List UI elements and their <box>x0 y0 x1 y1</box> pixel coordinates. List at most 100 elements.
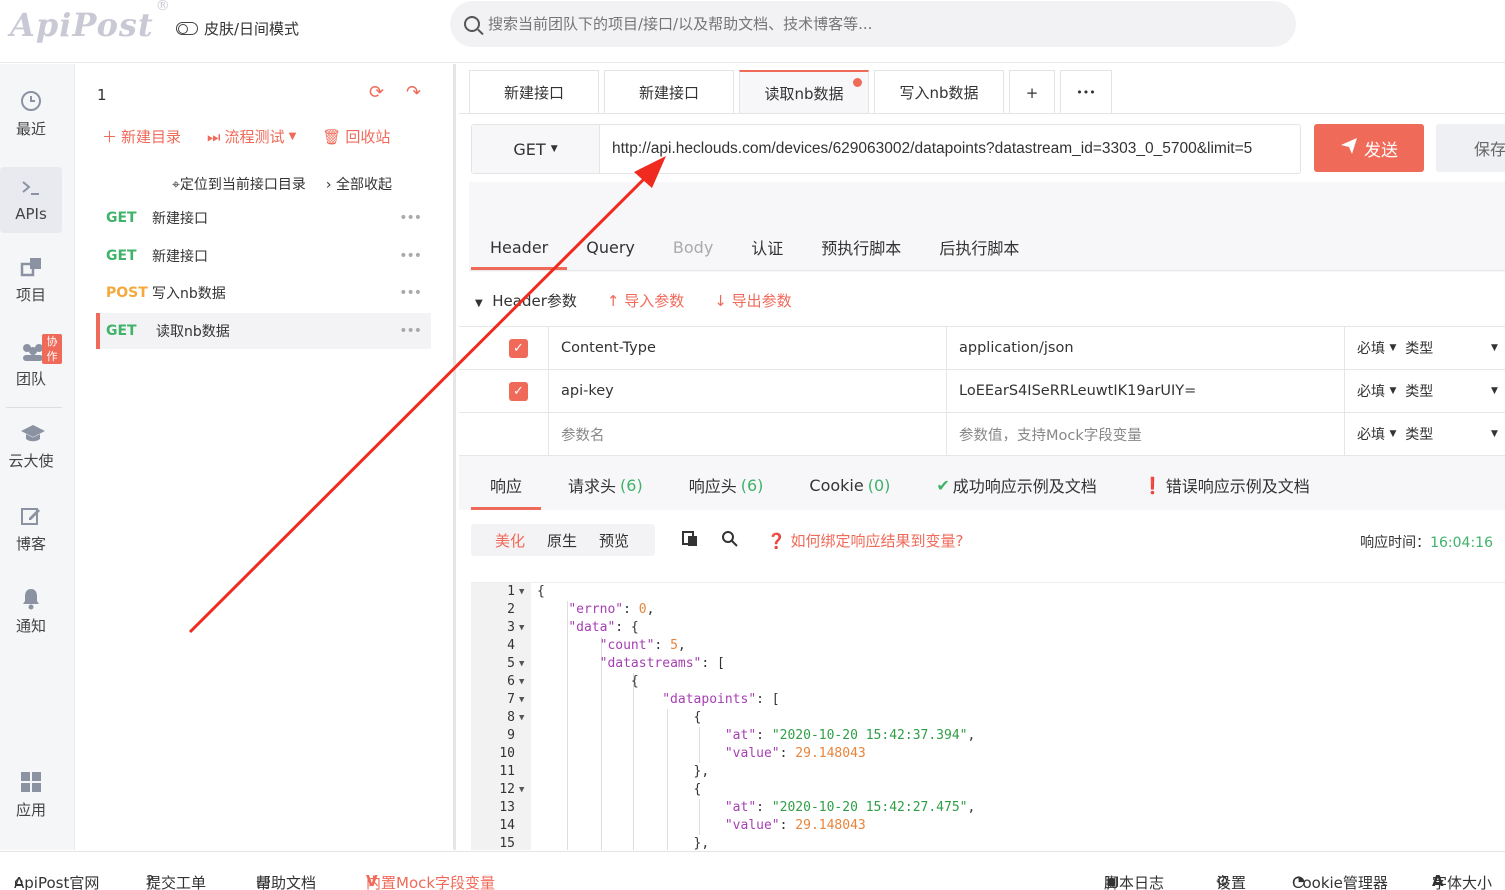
rail-item-team[interactable]: 协作 团队 <box>0 334 62 389</box>
line-number: 1 <box>507 584 515 599</box>
api-item[interactable]: GET 新建接口 ••• <box>96 200 431 236</box>
search-icon[interactable] <box>721 530 739 553</box>
add-tab-button[interactable]: + <box>1009 70 1055 114</box>
locate-button[interactable]: ⌖定位到当前接口目录 <box>172 174 306 194</box>
new-folder-button[interactable]: ＋新建目录 <box>102 126 181 147</box>
rail-item-recent[interactable]: 最近 <box>0 90 62 139</box>
more-icon[interactable]: ••• <box>399 285 431 301</box>
format-pretty[interactable]: 美化 <box>495 530 525 551</box>
rail-item-notify[interactable]: 通知 <box>0 587 62 636</box>
fold-caret-icon[interactable]: ▼ <box>519 655 524 673</box>
import-params-button[interactable]: ↑ 导入参数 <box>607 290 684 311</box>
tab-post-script[interactable]: 后执行脚本 <box>920 224 1038 270</box>
param-required-type[interactable]: 必填 ▼ 类型 ▼ <box>1345 327 1505 369</box>
format-raw[interactable]: 原生 <box>547 530 577 551</box>
rail-item-apps[interactable]: 应用 <box>0 771 62 820</box>
subtabs-divider <box>469 270 1505 271</box>
recycle-button[interactable]: 🗑 回收站 <box>322 126 390 147</box>
api-item-selected[interactable]: GET 读取nb数据 ••• <box>96 313 431 349</box>
code-line: "value": 29.148043 <box>724 818 866 833</box>
tab-body[interactable]: Body <box>654 224 732 270</box>
tab-write-nb[interactable]: 写入nb数据 <box>874 70 1004 114</box>
tab-new-api-2[interactable]: 新建接口 <box>604 70 734 114</box>
param-value[interactable]: application/json <box>947 327 1345 369</box>
fold-caret-icon[interactable]: ▼ <box>519 709 524 727</box>
fold-caret-icon[interactable]: ▼ <box>519 691 524 709</box>
line-number: 11 <box>499 764 515 779</box>
rail-item-projects[interactable]: 项目 <box>0 256 62 305</box>
line-number: 2 <box>507 602 515 617</box>
param-key[interactable]: api-key <box>549 370 947 412</box>
api-item[interactable]: GET 新建接口 ••• <box>96 238 431 274</box>
global-search[interactable] <box>450 1 1296 47</box>
param-key-placeholder[interactable]: 参数名 <box>549 413 947 455</box>
tab-response-headers[interactable]: 响应头 (6) <box>670 460 783 510</box>
fold-caret-icon[interactable]: ▼ <box>519 673 524 691</box>
param-key[interactable]: Content-Type <box>549 327 947 369</box>
edit-icon <box>20 505 42 527</box>
apipost-logo[interactable]: ApiPost ® <box>10 0 170 44</box>
fold-caret-icon[interactable]: ▼ <box>519 583 524 601</box>
header-params-toggle[interactable]: ▼ Header参数 <box>475 290 577 311</box>
flow-test-button[interactable]: ⏭ 流程测试 ▼ <box>207 126 296 147</box>
skin-mode-toggle[interactable]: 皮肤/日间模式 <box>176 18 299 39</box>
code-line: { <box>537 710 702 725</box>
project-name: 1 <box>97 86 107 104</box>
line-number: 10 <box>499 746 515 761</box>
tab-success-example[interactable]: ✔ 成功响应示例及文档 <box>917 460 1115 510</box>
bind-variable-help-link[interactable]: ❓ 如何绑定响应结果到变量? <box>767 530 963 551</box>
param-value[interactable]: LoEEarS4ISeRRLeuwtIK19arUIY= <box>947 370 1345 412</box>
param-value-placeholder[interactable]: 参数值，支持Mock字段变量 <box>947 413 1345 455</box>
api-item[interactable]: POST 写入nb数据 ••• <box>96 275 431 311</box>
search-input[interactable] <box>488 15 1248 33</box>
rail-item-apis[interactable]: APIs <box>0 167 62 233</box>
fold-caret-icon[interactable]: ▼ <box>519 781 524 799</box>
pin-icon: ⌖ <box>172 177 180 193</box>
tab-query[interactable]: Query <box>567 224 654 270</box>
line-number: 7 <box>507 692 515 707</box>
tab-error-example[interactable]: ❗ 错误响应示例及文档 <box>1124 460 1329 510</box>
tab-request-headers[interactable]: 请求头 (6) <box>549 460 662 510</box>
share-icon[interactable]: ↷ <box>406 82 421 103</box>
refresh-icon[interactable]: ⟳ <box>369 82 384 103</box>
param-required-type[interactable]: 必填 ▼ 类型 ▼ <box>1345 413 1505 455</box>
param-required-type[interactable]: 必填 ▼ 类型 ▼ <box>1345 370 1505 412</box>
code-line: "data": { <box>568 620 639 635</box>
save-button[interactable]: 保存 <box>1436 124 1505 172</box>
tab-pre-script[interactable]: 预执行脚本 <box>802 224 920 270</box>
tab-cookie[interactable]: Cookie (0) <box>790 460 909 510</box>
code-line: "datastreams": [ <box>599 656 725 671</box>
collapse-all-button[interactable]: › 全部收起 <box>326 174 392 194</box>
tab-new-api-1[interactable]: 新建接口 <box>469 70 599 114</box>
tab-header[interactable]: Header <box>471 224 568 270</box>
enable-checkbox[interactable]: ✓ <box>509 338 528 358</box>
line-number: 14 <box>499 818 515 833</box>
more-icon[interactable]: ••• <box>399 210 431 226</box>
more-icon[interactable]: ••• <box>399 248 431 264</box>
format-preview[interactable]: 预览 <box>599 530 629 551</box>
response-tabs: 响应 请求头 (6) 响应头 (6) Cookie (0) ✔ 成功响应示例及文档 ❗ 错… <box>471 460 1337 510</box>
enable-checkbox[interactable]: ✓ <box>509 381 528 401</box>
line-number: 12 <box>499 782 515 797</box>
fold-caret-icon[interactable]: ▼ <box>519 619 524 637</box>
copy-icon[interactable] <box>681 530 699 553</box>
more-tabs-button[interactable]: ••• <box>1060 70 1112 114</box>
more-icon[interactable]: ••• <box>399 323 431 339</box>
rail-item-blog[interactable]: 博客 <box>0 505 62 554</box>
rail-item-ambassador[interactable]: 云大使 <box>0 422 62 471</box>
url-input[interactable]: http://api.heclouds.com/devices/62906300… <box>600 125 1300 173</box>
skin-mode-label: 皮肤/日间模式 <box>204 20 300 38</box>
clock-icon <box>20 90 42 112</box>
response-code-viewer[interactable]: 1 ▼ 2 3 ▼ 4 5 ▼ 6 ▼ 7 ▼ 8 ▼ 9 10 11 12 ▼ 13 14 15 { "errno": … <box>471 582 1505 850</box>
api-name: 写入nb数据 <box>152 286 226 302</box>
caret-down-icon: ▼ <box>1389 386 1397 396</box>
method-select[interactable]: GET ▼ <box>472 125 600 173</box>
send-button[interactable]: 发送 <box>1314 124 1424 172</box>
tab-auth[interactable]: 认证 <box>732 224 802 270</box>
export-params-button[interactable]: ↓ 导出参数 <box>714 290 791 311</box>
line-number: 5 <box>507 656 515 671</box>
caret-down-icon: ▼ <box>475 298 483 309</box>
chevron-right-icon: › <box>325 177 332 193</box>
tab-read-nb[interactable]: 读取nb数据 <box>739 70 869 114</box>
tab-response[interactable]: 响应 <box>471 460 542 510</box>
